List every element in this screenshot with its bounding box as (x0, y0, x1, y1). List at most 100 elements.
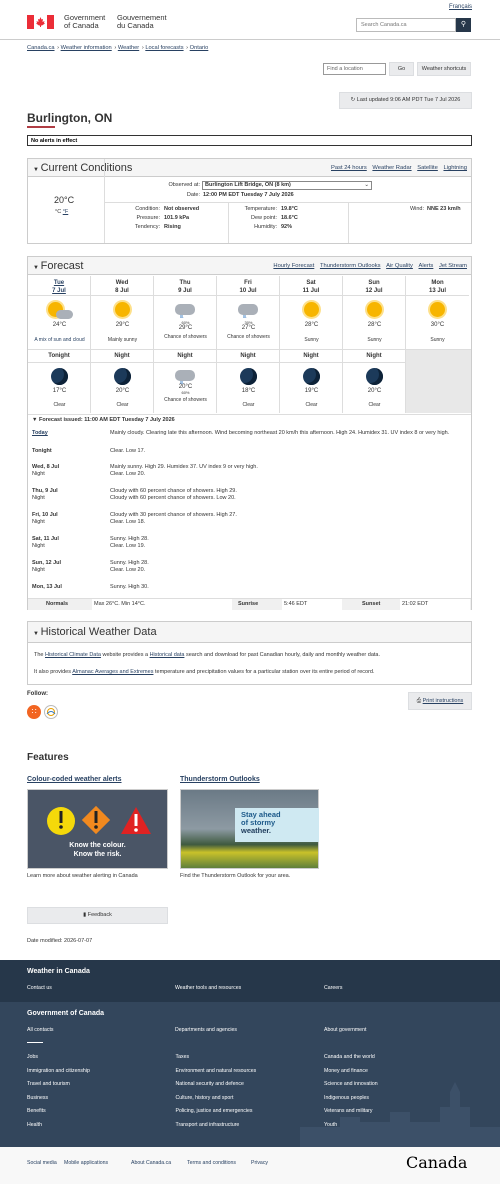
forecast-day-column[interactable]: Sun 12 Jul 28°C Sunny (343, 276, 406, 349)
footer-topic-link[interactable]: Culture, history and sport (176, 1095, 234, 1101)
feedback-button[interactable]: ▮ Feedback (27, 907, 168, 924)
air-quality-link[interactable]: Air Quality (386, 263, 413, 269)
footer-bottom-link[interactable]: Social media (27, 1160, 57, 1166)
footer-topic-link[interactable]: Health (27, 1122, 42, 1128)
historical-data-link[interactable]: Historical data (150, 652, 185, 658)
footer-topic-link[interactable]: Travel and tourism (27, 1081, 70, 1087)
footer-topic-link[interactable]: National security and defence (176, 1081, 244, 1087)
lightning-link[interactable]: Lightning (443, 165, 467, 171)
forecast-day-column[interactable]: Thu 9 Jul ɩɩɩ 60% 29°C Chance of showers (154, 276, 217, 349)
current-conditions-header[interactable]: ▼ Current Conditions Past 24 hours Weath… (28, 159, 471, 177)
footer-topic-link[interactable]: Veterans and military (324, 1108, 372, 1114)
night-condition: Clear (53, 402, 66, 408)
footer-link[interactable]: All contacts (27, 1027, 54, 1033)
footer-topic-link[interactable]: Business (27, 1095, 48, 1101)
footer-link[interactable]: Departments and agencies (175, 1027, 237, 1033)
footer-link[interactable]: Contact us (27, 985, 52, 991)
find-location-input[interactable]: Find a location (323, 63, 386, 75)
forecast-period[interactable]: Today (32, 430, 48, 436)
search-input[interactable]: Search Canada.ca (356, 18, 456, 32)
footer-bottom-link[interactable]: Mobile applications (64, 1160, 108, 1166)
print-instructions-button[interactable]: ⎙ Print instructions (408, 692, 472, 710)
footer-link[interactable]: Careers (324, 985, 342, 991)
historical-header[interactable]: ▼ Historical Weather Data (28, 622, 471, 643)
day-date[interactable]: 7 Jul (28, 287, 90, 295)
weather-shortcuts-button[interactable]: Weather shortcuts (417, 62, 471, 76)
forecast-night-column[interactable]: Night 19°C Clear (280, 350, 343, 413)
feature-title-alerts[interactable]: Colour-coded weather alerts (27, 776, 122, 783)
footer-topic-link[interactable]: Immigration and citizenship (27, 1068, 90, 1074)
forecast-day-header: Wed 8 Jul (91, 276, 153, 296)
forecast-night-column[interactable]: Night 18°C Clear (217, 350, 280, 413)
footer-link[interactable]: Weather tools and resources (175, 985, 241, 991)
forecast-day-column[interactable]: Wed 8 Jul 29°C Mainly sunny (91, 276, 154, 349)
footer-bottom-link[interactable]: Privacy (251, 1160, 268, 1166)
forecast-day-column[interactable]: Sat 11 Jul 28°C Sunny (280, 276, 343, 349)
past-24-hours-link[interactable]: Past 24 hours (331, 165, 367, 171)
features-heading: Features (27, 752, 69, 763)
sun-icon (115, 302, 130, 317)
jet-stream-link[interactable]: Jet Stream (439, 263, 467, 269)
hourly-forecast-link[interactable]: Hourly Forecast (273, 263, 314, 269)
breadcrumb-link[interactable]: Ontario (190, 45, 209, 51)
go-button[interactable]: Go (389, 62, 414, 76)
day-date: 12 Jul (365, 288, 383, 294)
thunderstorm-feature-image[interactable]: Stay ahead of stormy weather. (180, 789, 319, 869)
historical-climate-data-link[interactable]: Historical Climate Data (45, 652, 101, 658)
forecast-night-column[interactable]: Night ɩɩɩ 60% 20°C Chance of showers (154, 350, 217, 413)
rss-icon[interactable]: ∷ (27, 705, 41, 719)
night-low-temp: 17°C (52, 388, 67, 394)
fahrenheit-link[interactable]: °F (63, 209, 69, 215)
day-condition: Sunny (430, 337, 445, 343)
footer-topic-link[interactable]: Policing, justice and emergencies (176, 1108, 253, 1114)
forecast-day-column[interactable]: Tue 7 Jul 24°C A mix of sun and cloud (28, 276, 91, 349)
footer-topic-link[interactable]: Taxes (176, 1054, 190, 1060)
forecast-day-column[interactable]: Mon 13 Jul 30°C Sunny (406, 276, 469, 349)
footer-topic-link[interactable]: Environment and natural resources (176, 1068, 257, 1074)
breadcrumb-link[interactable]: Weather (118, 45, 139, 51)
thunderstorm-outlooks-link[interactable]: Thunderstorm Outlooks (320, 263, 381, 269)
forecast-header[interactable]: ▼ Forecast Hourly Forecast Thunderstorm … (28, 257, 471, 275)
caret-down-icon: ▼ (33, 631, 41, 637)
last-updated-button[interactable]: ↻ Last updated 9:06 AM PDT Tue 7 Jul 202… (339, 92, 472, 109)
language-toggle-link[interactable]: Français (449, 4, 472, 10)
footer-topic-link[interactable]: Transport and infrastructure (176, 1122, 240, 1128)
footer-topic-link[interactable]: Money and finance (324, 1068, 368, 1074)
cmos-icon[interactable] (44, 705, 58, 719)
alerts-feature-image[interactable]: Know the colour. Know the risk. (27, 789, 168, 869)
breadcrumb-link[interactable]: Canada.ca (27, 45, 55, 51)
gov-name-fr[interactable]: Gouvernement du Canada (117, 14, 167, 30)
forecast-text-day: Cloudy with 60 percent chance of showers… (110, 488, 237, 494)
night-condition: Clear (368, 402, 381, 408)
footer-topic-link[interactable]: Science and innovation (324, 1081, 378, 1087)
night-condition: Clear (305, 402, 318, 408)
forecast-issued[interactable]: ▼ Forecast issued: 11:00 AM EDT Tuesday … (32, 417, 175, 423)
search-button[interactable]: ⚲ (456, 18, 471, 32)
forecast-night-column[interactable]: Night 20°C Clear (91, 350, 154, 413)
footer-topic-link[interactable]: Canada and the world (324, 1054, 375, 1060)
almanac-link[interactable]: Almanac Averages and Extremes (72, 669, 153, 675)
forecast-night-column[interactable]: Tonight 17°C Clear (28, 350, 91, 413)
footer-topic-link[interactable]: Indigenous peoples (324, 1095, 369, 1101)
footer-topic-link[interactable]: Benefits (27, 1108, 46, 1114)
alerts-link[interactable]: Alerts (419, 263, 434, 269)
forecast-day-column[interactable]: Fri 10 Jul ɩɩɩ 30% 27°C Chance of showers (217, 276, 280, 349)
weather-radar-link[interactable]: Weather Radar (372, 165, 411, 171)
feature-title-thunderstorm[interactable]: Thunderstorm Outlooks (180, 776, 260, 783)
forecast-night-column[interactable]: Night 20°C Clear (343, 350, 406, 413)
breadcrumb-link[interactable]: Local forecasts (145, 45, 183, 51)
footer-topic-link[interactable]: Youth (324, 1122, 337, 1128)
forecast-panel: ▼ Forecast Hourly Forecast Thunderstorm … (27, 256, 472, 610)
station-select[interactable]: Burlington Lift Bridge, ON (8 km) ⌄ (202, 181, 372, 190)
gov-name-en[interactable]: Government of Canada (64, 14, 105, 30)
footer-bottom-link[interactable]: Terms and conditions (187, 1160, 236, 1166)
chevron-down-icon: ⌄ (364, 182, 369, 188)
footer-link[interactable]: About government (324, 1027, 366, 1033)
forecast-text-label[interactable]: Today (32, 430, 102, 437)
satellite-link[interactable]: Satellite (417, 165, 438, 171)
footer-topic-link[interactable]: Jobs (27, 1054, 38, 1060)
breadcrumb-link[interactable]: Weather information (61, 45, 112, 51)
day-name[interactable]: Tue (28, 279, 90, 287)
day-high-temp: 28°C (367, 322, 382, 328)
footer-bottom-link[interactable]: About Canada.ca (131, 1160, 171, 1166)
